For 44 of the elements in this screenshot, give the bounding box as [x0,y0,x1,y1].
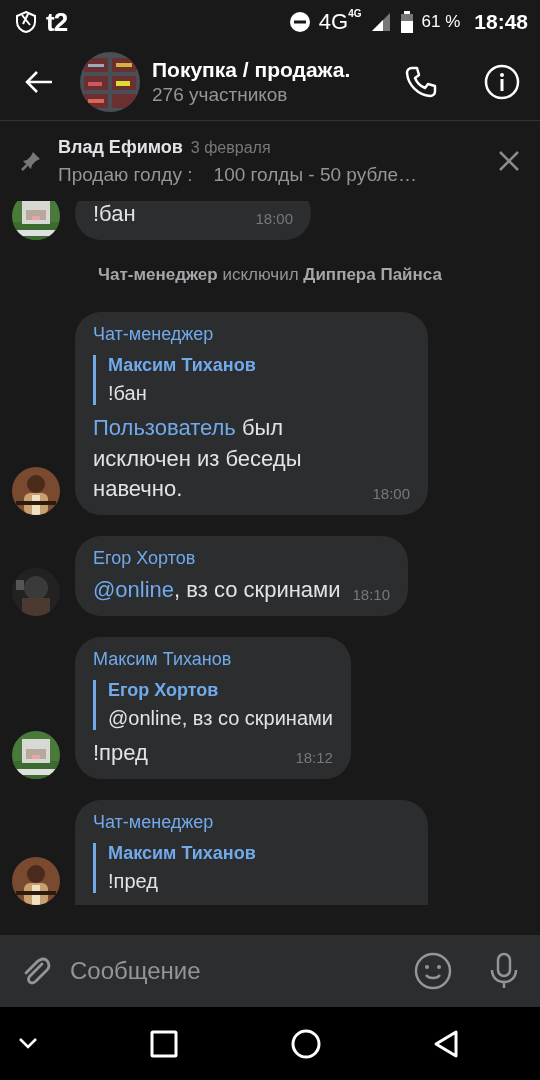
reply-quote[interactable]: Максим Тиханов !бан [93,354,410,405]
emoji-button[interactable] [414,952,452,990]
message-text: !бан [93,201,137,228]
message-time: 18:12 [295,748,333,766]
message-text: Пользователь был исключен из беседы навечно. [93,413,303,504]
sender-name[interactable]: Чат-менеджер [93,323,410,345]
reply-quote[interactable]: Егор Хортов @online, вз со скринами [93,680,333,730]
carrier-name: t2 [46,6,68,38]
sender-name[interactable]: Чат-менеджер [93,811,410,833]
battery-level: 61 % [421,12,461,32]
pin-icon [20,150,42,172]
message-time: 18:10 [352,586,391,603]
home-button[interactable] [290,1028,321,1059]
do-not-disturb-icon [288,11,311,33]
back-nav-button[interactable] [432,1028,460,1059]
microphone-button[interactable] [488,952,520,990]
quote-text: !пред [108,869,159,893]
member-count: 276 участников [152,84,289,106]
close-button[interactable] [498,150,520,172]
network-label: 4G [348,8,362,19]
pinned-message: Продаю голду : 100 голды - 50 рубле… [58,163,419,186]
service-message: Чат-менеджер исключил Диппера Пайнса [98,263,442,286]
message-text: !пред [93,739,149,767]
message-text: @online, вз со скринами [93,576,341,605]
quote-author: Егор Хортов [108,680,220,701]
sender-name[interactable]: Егор Хортов [93,548,391,570]
hide-keyboard-button[interactable] [18,1037,38,1050]
pinned-author: Влад Ефимов [58,136,183,158]
chat-title: Покупка / продажа. [152,58,352,82]
network-type: 4G [318,9,349,35]
quote-author: Максим Тиханов [108,354,257,376]
shield-icon [14,10,38,34]
recents-button[interactable] [149,1028,180,1059]
battery-icon [399,10,414,34]
reply-quote[interactable]: Максим Тиханов !пред [93,842,410,893]
quote-author: Максим Тиханов [108,842,257,864]
back-button[interactable] [24,70,54,94]
sender-name[interactable]: Максим Тиханов [93,649,333,670]
pinned-date: 3 февраля [190,138,271,157]
message-time: 18:00 [255,209,293,227]
clock: 18:48 [474,10,528,34]
quote-text: @online, вз со скринами [108,707,333,730]
quote-text: !бан [108,381,148,405]
message-time: 18:00 [372,485,410,503]
